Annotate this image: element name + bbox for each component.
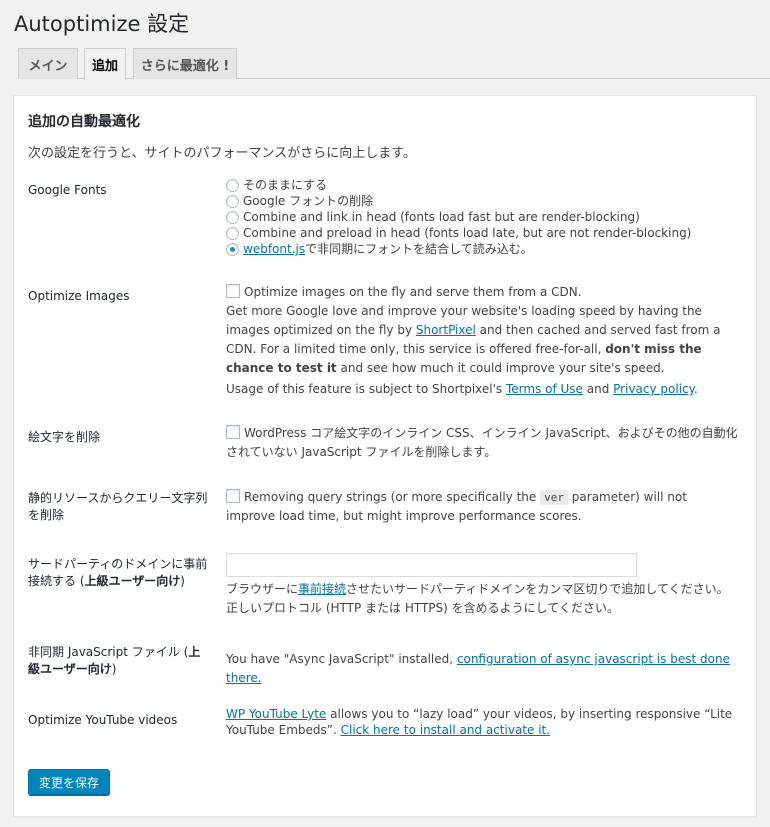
label-text: ) [111,662,117,676]
install-lyte-link[interactable]: Click here to install and activate it. [341,723,550,737]
google-fonts-option-combine-preload[interactable]: Combine and preload in head (fonts load … [226,225,738,241]
tab-extra[interactable]: 追加 [84,48,126,80]
radio-icon[interactable] [226,194,239,208]
settings-page: Autoptimize 設定 メイン 追加 さらに最適化 ! 追加の自動最適化 … [0,0,770,827]
emoji-field[interactable]: WordPress コア絵文字のインライン CSS、インライン JavaScri… [226,424,738,462]
option-label: Combine and link in head (fonts load fas… [243,210,640,224]
google-fonts-label: Google Fonts [28,183,107,197]
optimize-images-field: Optimize images on the fly and serve the… [226,283,738,399]
label-text: ) [180,574,185,588]
wp-youtube-lyte-link[interactable]: WP YouTube Lyte [226,707,326,721]
desc-text: ブラウザーに [226,582,299,596]
webfont-link[interactable]: webfont.js [243,241,305,257]
label-text: 非同期 JavaScript ファイル ( [28,645,189,659]
async-js-label: 非同期 JavaScript ファイル (上級ユーザー向け) [28,644,208,678]
preconnect-input[interactable] [226,553,637,577]
preconnect-description: ブラウザーに事前接続させたいサードパーティドメインをカンマ区切りで追加してくださ… [226,580,738,618]
google-fonts-option-combine-link[interactable]: Combine and link in head (fonts load fas… [226,209,738,225]
radio-icon[interactable] [226,178,239,192]
radio-selected-icon[interactable] [226,242,239,256]
google-fonts-option-keep[interactable]: そのままにする [226,177,738,193]
page-title: Autoptimize 設定 [14,12,190,36]
optimize-images-usage: Usage of this feature is subject to Shor… [226,380,738,399]
section-intro: 次の設定を行うと、サイトのパフォーマンスがさらに向上します。 [28,146,416,161]
optimize-images-checkbox-row[interactable]: Optimize images on the fly and serve the… [226,283,738,302]
option-label: Google フォントの削除 [243,194,374,208]
tab-optimize-more[interactable]: さらに最適化 ! [133,48,237,79]
checkbox-label: Optimize images on the fly and serve the… [244,285,582,299]
settings-panel: 追加の自動最適化 次の設定を行うと、サイトのパフォーマンスがさらに向上します。 … [13,95,757,817]
privacy-link[interactable]: Privacy policy [613,382,694,396]
google-fonts-option-remove[interactable]: Google フォントの削除 [226,193,738,209]
query-strings-label: 静的リソースからクエリー文字列を削除 [28,491,208,522]
radio-icon[interactable] [226,226,239,240]
usage-text: Usage of this feature is subject to Shor… [226,382,506,396]
option-label: で非同期にフォントを結合して読み込む。 [305,242,533,256]
save-button[interactable]: 変更を保存 [28,769,111,795]
label-bold: 上級ユーザー向け [84,574,181,588]
youtube-field: WP YouTube Lyte allows you to “lazy load… [226,706,738,738]
optimize-images-description: Get more Google love and improve your we… [226,302,738,378]
async-text: You have "Async JavaScript" installed, [226,652,457,666]
google-fonts-option-webfont[interactable]: webfont.js で非同期にフォントを結合して読み込む。 [226,241,738,257]
section-heading: 追加の自動最適化 [28,114,140,130]
desc-text: and see how much it could improve your s… [336,361,665,375]
option-label: Combine and preload in head (fonts load … [243,226,692,240]
terms-link[interactable]: Terms of Use [506,382,583,396]
preconnect-link[interactable]: 事前接続 [298,582,346,596]
usage-text: . [694,382,698,396]
radio-icon[interactable] [226,210,239,224]
checkbox[interactable] [226,489,240,503]
option-label: そのままにする [243,178,328,192]
code-ver: ver [540,490,568,505]
emoji-label: 絵文字を削除 [28,430,101,444]
preconnect-label: サードパーティのドメインに事前接続する (上級ユーザー向け) [28,556,208,590]
youtube-label: Optimize YouTube videos [28,713,178,727]
usage-text: and [582,382,614,396]
checkbox[interactable] [226,425,240,439]
checkbox-label: Removing query strings (or more specific… [244,490,541,504]
tab-bar: メイン 追加 さらに最適化 ! [18,48,770,80]
tab-main[interactable]: メイン [18,48,78,79]
optimize-images-label: Optimize Images [28,289,130,303]
checkbox-label: WordPress コア絵文字のインライン CSS、インライン JavaScri… [226,426,738,459]
shortpixel-link[interactable]: ShortPixel [416,323,476,337]
checkbox[interactable] [226,284,240,298]
query-strings-field[interactable]: Removing query strings (or more specific… [226,488,738,526]
async-js-field: You have "Async JavaScript" installed, c… [226,650,738,688]
google-fonts-options: そのままにする Google フォントの削除 Combine and link … [226,177,738,257]
